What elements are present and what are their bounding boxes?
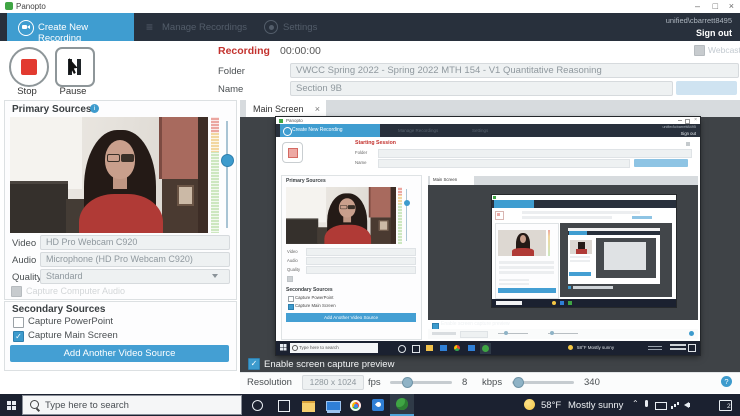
network-icon[interactable]: [671, 406, 673, 409]
folder-label: Folder: [218, 66, 245, 77]
weather-icon[interactable]: [524, 399, 535, 410]
cortana-icon[interactable]: [252, 400, 263, 411]
windows-taskbar: Type here to search 58°F Mostly sunny ⌃ …: [0, 394, 740, 416]
record-button: [282, 142, 303, 163]
audio-level-meter: [211, 117, 219, 233]
tab-create-new-recording[interactable]: Create New Recording: [7, 13, 134, 41]
recording-status: Recording: [218, 45, 270, 57]
tab-settings[interactable]: Settings: [283, 22, 317, 33]
nav-bar: Create New Recording ≡ Manage Recordings…: [0, 13, 740, 41]
capture-computer-audio-label: Capture Computer Audio: [26, 286, 125, 296]
starting-session-status: Starting Session: [355, 140, 396, 146]
stop-icon: [21, 59, 37, 75]
fps-slider-knob[interactable]: [402, 377, 413, 388]
notification-badge: 2: [727, 403, 731, 410]
audio-label: Audio: [12, 255, 36, 266]
window-title: Panopto: [16, 2, 46, 11]
capture-powerpoint-label: Capture PowerPoint: [28, 316, 113, 327]
kbps-value: 340: [584, 377, 600, 388]
file-explorer-icon[interactable]: [302, 401, 315, 412]
tab-close-icon[interactable]: ×: [315, 104, 320, 114]
folder-field[interactable]: VWCC Spring 2022 - Spring 2022 MTH 154 -…: [290, 63, 739, 78]
capture-powerpoint-checkbox[interactable]: [13, 317, 24, 328]
quality-select[interactable]: Standard: [40, 269, 230, 284]
close-button[interactable]: ×: [729, 1, 734, 11]
gear-icon: [264, 20, 278, 34]
volume-slider-knob[interactable]: [221, 154, 234, 167]
window-titlebar: Panopto – □ ×: [0, 0, 740, 14]
fps-label: fps: [368, 377, 381, 388]
sign-out-link[interactable]: Sign out: [696, 28, 732, 38]
tab-manage-recordings[interactable]: Manage Recordings: [162, 22, 247, 33]
panopto-logo-icon: [279, 119, 283, 123]
pinned-app-icon[interactable]: [372, 399, 384, 411]
name-row-action-button[interactable]: [676, 81, 737, 95]
tab-main-screen[interactable]: Main Screen ×: [246, 100, 326, 117]
capture-computer-audio-checkbox[interactable]: [11, 286, 22, 297]
stop-button[interactable]: [9, 47, 49, 87]
resolution-label: Resolution: [247, 377, 292, 388]
help-icon[interactable]: ?: [721, 376, 732, 387]
maximize-button[interactable]: □: [713, 1, 718, 11]
pause-label: Pause: [53, 86, 93, 97]
panopto-logo-icon: [5, 2, 13, 10]
signed-in-user: unified\cbarrett8495: [666, 16, 732, 25]
microphone-icon[interactable]: [645, 400, 648, 407]
panopto-recorder-window: Panopto – □ × Create New Recording ≡ Man…: [0, 0, 740, 416]
battery-icon[interactable]: [655, 402, 667, 410]
list-icon: ≡: [146, 21, 153, 33]
recording-timer: 00:00:00: [280, 45, 321, 57]
secondary-sources-title: Secondary Sources: [12, 304, 105, 315]
video-label: Video: [12, 238, 36, 249]
panopto-app-icon: [396, 398, 408, 410]
webcam-preview: [286, 187, 396, 244]
resolution-field[interactable]: 1280 x 1024: [302, 375, 364, 390]
screen-capture-preview-image: Panopto × Create New Recording Manage Re…: [276, 117, 700, 355]
webcam-image: [10, 117, 208, 233]
stop-label: Stop: [7, 86, 47, 97]
webcast-checkbox[interactable]: [694, 45, 705, 56]
add-another-video-source-button[interactable]: Add Another Video Source: [10, 345, 229, 362]
capture-main-screen-label: Capture Main Screen: [28, 330, 118, 341]
display-app-icon[interactable]: [326, 401, 341, 411]
panopto-taskbar-button[interactable]: [390, 394, 414, 416]
webcam-preview: [10, 117, 208, 233]
volume-icon[interactable]: [684, 402, 689, 408]
minimize-button[interactable]: –: [695, 1, 700, 11]
quality-label: Quality: [12, 272, 42, 283]
weather-temperature[interactable]: 58°F: [541, 400, 561, 411]
tray-expand-chevron-icon[interactable]: ⌃: [632, 399, 639, 408]
enable-screen-capture-preview-label: Enable screen capture preview: [264, 359, 394, 370]
enable-screen-capture-preview-checkbox[interactable]: [248, 358, 260, 370]
kbps-slider-knob[interactable]: [513, 377, 524, 388]
start-button-icon[interactable]: [7, 401, 11, 405]
fps-value: 8: [462, 377, 467, 388]
webcast-label: Webcast: [708, 45, 740, 55]
nested-preview-level3: [492, 195, 676, 307]
video-source-field[interactable]: HD Pro Webcam C920: [40, 235, 230, 250]
capture-tab-row: Main Screen ×: [240, 100, 740, 117]
task-view-icon[interactable]: [278, 400, 290, 412]
chevron-down-icon: [212, 274, 218, 278]
primary-sources-title: Primary Sources: [12, 104, 92, 115]
taskbar-search-box[interactable]: Type here to search: [22, 395, 242, 415]
name-label: Name: [218, 84, 243, 95]
name-field[interactable]: Section 9B: [290, 81, 673, 96]
weather-description[interactable]: Mostly sunny: [568, 400, 623, 411]
fps-slider-track[interactable]: [390, 381, 452, 384]
kbps-label: kbps: [482, 377, 502, 388]
volume-slider-track[interactable]: [226, 121, 228, 228]
video-camera-icon: [18, 20, 34, 36]
capture-main-screen-checkbox[interactable]: [13, 331, 24, 342]
search-icon: [30, 400, 39, 409]
chrome-icon[interactable]: [350, 400, 361, 411]
audio-source-field[interactable]: Microphone (HD Pro Webcam C920): [40, 252, 230, 267]
info-icon[interactable]: i: [90, 104, 99, 113]
